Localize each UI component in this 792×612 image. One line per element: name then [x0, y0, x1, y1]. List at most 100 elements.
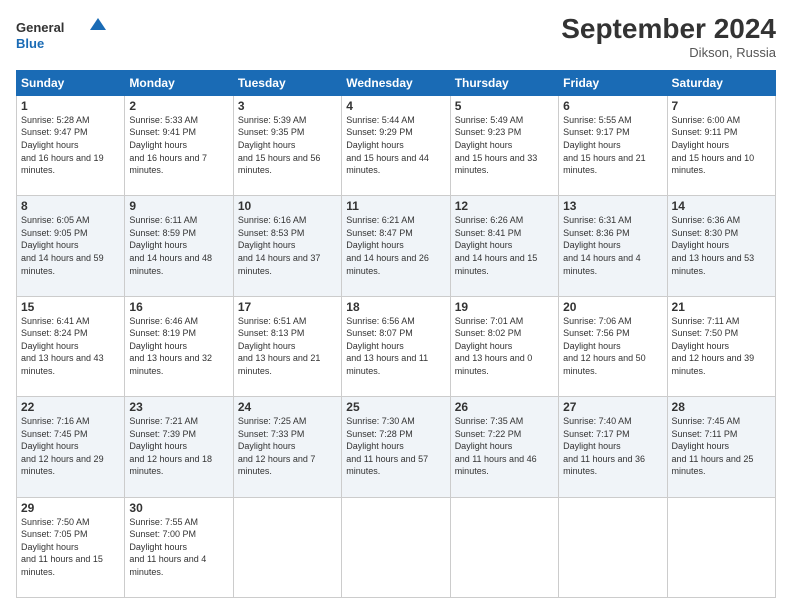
day-number: 15	[21, 300, 120, 314]
day-info: Sunrise: 6:05 AM Sunset: 9:05 PM Dayligh…	[21, 214, 120, 277]
day-number: 23	[129, 400, 228, 414]
calendar-cell: 4 Sunrise: 5:44 AM Sunset: 9:29 PM Dayli…	[342, 95, 450, 195]
calendar-cell: 14 Sunrise: 6:36 AM Sunset: 8:30 PM Dayl…	[667, 196, 775, 296]
calendar-cell: 28 Sunrise: 7:45 AM Sunset: 7:11 PM Dayl…	[667, 397, 775, 497]
day-info: Sunrise: 6:51 AM Sunset: 8:13 PM Dayligh…	[238, 315, 337, 378]
calendar-cell: 6 Sunrise: 5:55 AM Sunset: 9:17 PM Dayli…	[559, 95, 667, 195]
day-header-tuesday: Tuesday	[233, 70, 341, 95]
location: Dikson, Russia	[561, 45, 776, 60]
day-number: 13	[563, 199, 662, 213]
calendar-cell: 17 Sunrise: 6:51 AM Sunset: 8:13 PM Dayl…	[233, 296, 341, 396]
day-number: 26	[455, 400, 554, 414]
logo-svg: General Blue	[16, 14, 106, 54]
day-info: Sunrise: 5:44 AM Sunset: 9:29 PM Dayligh…	[346, 114, 445, 177]
calendar-cell: 7 Sunrise: 6:00 AM Sunset: 9:11 PM Dayli…	[667, 95, 775, 195]
day-number: 29	[21, 501, 120, 515]
calendar-cell: 19 Sunrise: 7:01 AM Sunset: 8:02 PM Dayl…	[450, 296, 558, 396]
day-info: Sunrise: 6:41 AM Sunset: 8:24 PM Dayligh…	[21, 315, 120, 378]
day-number: 30	[129, 501, 228, 515]
calendar-cell: 22 Sunrise: 7:16 AM Sunset: 7:45 PM Dayl…	[17, 397, 125, 497]
day-header-friday: Friday	[559, 70, 667, 95]
day-info: Sunrise: 5:55 AM Sunset: 9:17 PM Dayligh…	[563, 114, 662, 177]
calendar-cell: 18 Sunrise: 6:56 AM Sunset: 8:07 PM Dayl…	[342, 296, 450, 396]
day-info: Sunrise: 6:00 AM Sunset: 9:11 PM Dayligh…	[672, 114, 771, 177]
svg-text:Blue: Blue	[16, 36, 44, 51]
day-info: Sunrise: 7:30 AM Sunset: 7:28 PM Dayligh…	[346, 415, 445, 478]
day-number: 24	[238, 400, 337, 414]
svg-text:General: General	[16, 20, 64, 35]
day-header-wednesday: Wednesday	[342, 70, 450, 95]
calendar-cell: 10 Sunrise: 6:16 AM Sunset: 8:53 PM Dayl…	[233, 196, 341, 296]
day-number: 14	[672, 199, 771, 213]
calendar-cell: 2 Sunrise: 5:33 AM Sunset: 9:41 PM Dayli…	[125, 95, 233, 195]
calendar-cell: 1 Sunrise: 5:28 AM Sunset: 9:47 PM Dayli…	[17, 95, 125, 195]
calendar-cell: 29 Sunrise: 7:50 AM Sunset: 7:05 PM Dayl…	[17, 497, 125, 597]
calendar-cell: 25 Sunrise: 7:30 AM Sunset: 7:28 PM Dayl…	[342, 397, 450, 497]
day-info: Sunrise: 7:25 AM Sunset: 7:33 PM Dayligh…	[238, 415, 337, 478]
day-info: Sunrise: 7:06 AM Sunset: 7:56 PM Dayligh…	[563, 315, 662, 378]
day-number: 8	[21, 199, 120, 213]
calendar-cell: 23 Sunrise: 7:21 AM Sunset: 7:39 PM Dayl…	[125, 397, 233, 497]
day-header-sunday: Sunday	[17, 70, 125, 95]
day-number: 3	[238, 99, 337, 113]
calendar-cell: 27 Sunrise: 7:40 AM Sunset: 7:17 PM Dayl…	[559, 397, 667, 497]
day-info: Sunrise: 7:45 AM Sunset: 7:11 PM Dayligh…	[672, 415, 771, 478]
day-number: 20	[563, 300, 662, 314]
day-info: Sunrise: 7:16 AM Sunset: 7:45 PM Dayligh…	[21, 415, 120, 478]
day-number: 22	[21, 400, 120, 414]
calendar-cell: 26 Sunrise: 7:35 AM Sunset: 7:22 PM Dayl…	[450, 397, 558, 497]
calendar-table: SundayMondayTuesdayWednesdayThursdayFrid…	[16, 70, 776, 598]
day-info: Sunrise: 7:35 AM Sunset: 7:22 PM Dayligh…	[455, 415, 554, 478]
day-header-saturday: Saturday	[667, 70, 775, 95]
day-header-monday: Monday	[125, 70, 233, 95]
day-number: 19	[455, 300, 554, 314]
day-number: 6	[563, 99, 662, 113]
calendar-cell: 12 Sunrise: 6:26 AM Sunset: 8:41 PM Dayl…	[450, 196, 558, 296]
day-number: 5	[455, 99, 554, 113]
calendar-cell	[342, 497, 450, 597]
day-number: 27	[563, 400, 662, 414]
day-number: 7	[672, 99, 771, 113]
day-info: Sunrise: 6:36 AM Sunset: 8:30 PM Dayligh…	[672, 214, 771, 277]
day-info: Sunrise: 7:11 AM Sunset: 7:50 PM Dayligh…	[672, 315, 771, 378]
calendar-cell: 13 Sunrise: 6:31 AM Sunset: 8:36 PM Dayl…	[559, 196, 667, 296]
day-info: Sunrise: 7:40 AM Sunset: 7:17 PM Dayligh…	[563, 415, 662, 478]
month-title: September 2024	[561, 14, 776, 45]
page: General Blue September 2024 Dikson, Russ…	[0, 0, 792, 612]
calendar-cell: 3 Sunrise: 5:39 AM Sunset: 9:35 PM Dayli…	[233, 95, 341, 195]
calendar-cell	[559, 497, 667, 597]
day-number: 25	[346, 400, 445, 414]
calendar-cell: 30 Sunrise: 7:55 AM Sunset: 7:00 PM Dayl…	[125, 497, 233, 597]
calendar-cell: 9 Sunrise: 6:11 AM Sunset: 8:59 PM Dayli…	[125, 196, 233, 296]
day-info: Sunrise: 5:28 AM Sunset: 9:47 PM Dayligh…	[21, 114, 120, 177]
day-info: Sunrise: 5:49 AM Sunset: 9:23 PM Dayligh…	[455, 114, 554, 177]
calendar-cell: 5 Sunrise: 5:49 AM Sunset: 9:23 PM Dayli…	[450, 95, 558, 195]
day-info: Sunrise: 6:46 AM Sunset: 8:19 PM Dayligh…	[129, 315, 228, 378]
calendar-cell: 24 Sunrise: 7:25 AM Sunset: 7:33 PM Dayl…	[233, 397, 341, 497]
calendar-cell: 21 Sunrise: 7:11 AM Sunset: 7:50 PM Dayl…	[667, 296, 775, 396]
day-number: 18	[346, 300, 445, 314]
day-number: 10	[238, 199, 337, 213]
calendar-cell	[667, 497, 775, 597]
calendar-cell	[450, 497, 558, 597]
day-number: 16	[129, 300, 228, 314]
day-number: 1	[21, 99, 120, 113]
day-info: Sunrise: 6:21 AM Sunset: 8:47 PM Dayligh…	[346, 214, 445, 277]
day-info: Sunrise: 7:01 AM Sunset: 8:02 PM Dayligh…	[455, 315, 554, 378]
calendar-cell: 15 Sunrise: 6:41 AM Sunset: 8:24 PM Dayl…	[17, 296, 125, 396]
day-number: 11	[346, 199, 445, 213]
day-number: 17	[238, 300, 337, 314]
day-header-thursday: Thursday	[450, 70, 558, 95]
day-info: Sunrise: 7:50 AM Sunset: 7:05 PM Dayligh…	[21, 516, 120, 579]
day-info: Sunrise: 5:33 AM Sunset: 9:41 PM Dayligh…	[129, 114, 228, 177]
calendar-cell: 16 Sunrise: 6:46 AM Sunset: 8:19 PM Dayl…	[125, 296, 233, 396]
header: General Blue September 2024 Dikson, Russ…	[16, 14, 776, 60]
day-number: 2	[129, 99, 228, 113]
logo: General Blue	[16, 14, 106, 54]
day-info: Sunrise: 6:56 AM Sunset: 8:07 PM Dayligh…	[346, 315, 445, 378]
calendar-cell	[233, 497, 341, 597]
day-info: Sunrise: 7:55 AM Sunset: 7:00 PM Dayligh…	[129, 516, 228, 579]
day-info: Sunrise: 6:31 AM Sunset: 8:36 PM Dayligh…	[563, 214, 662, 277]
day-number: 9	[129, 199, 228, 213]
day-info: Sunrise: 6:16 AM Sunset: 8:53 PM Dayligh…	[238, 214, 337, 277]
